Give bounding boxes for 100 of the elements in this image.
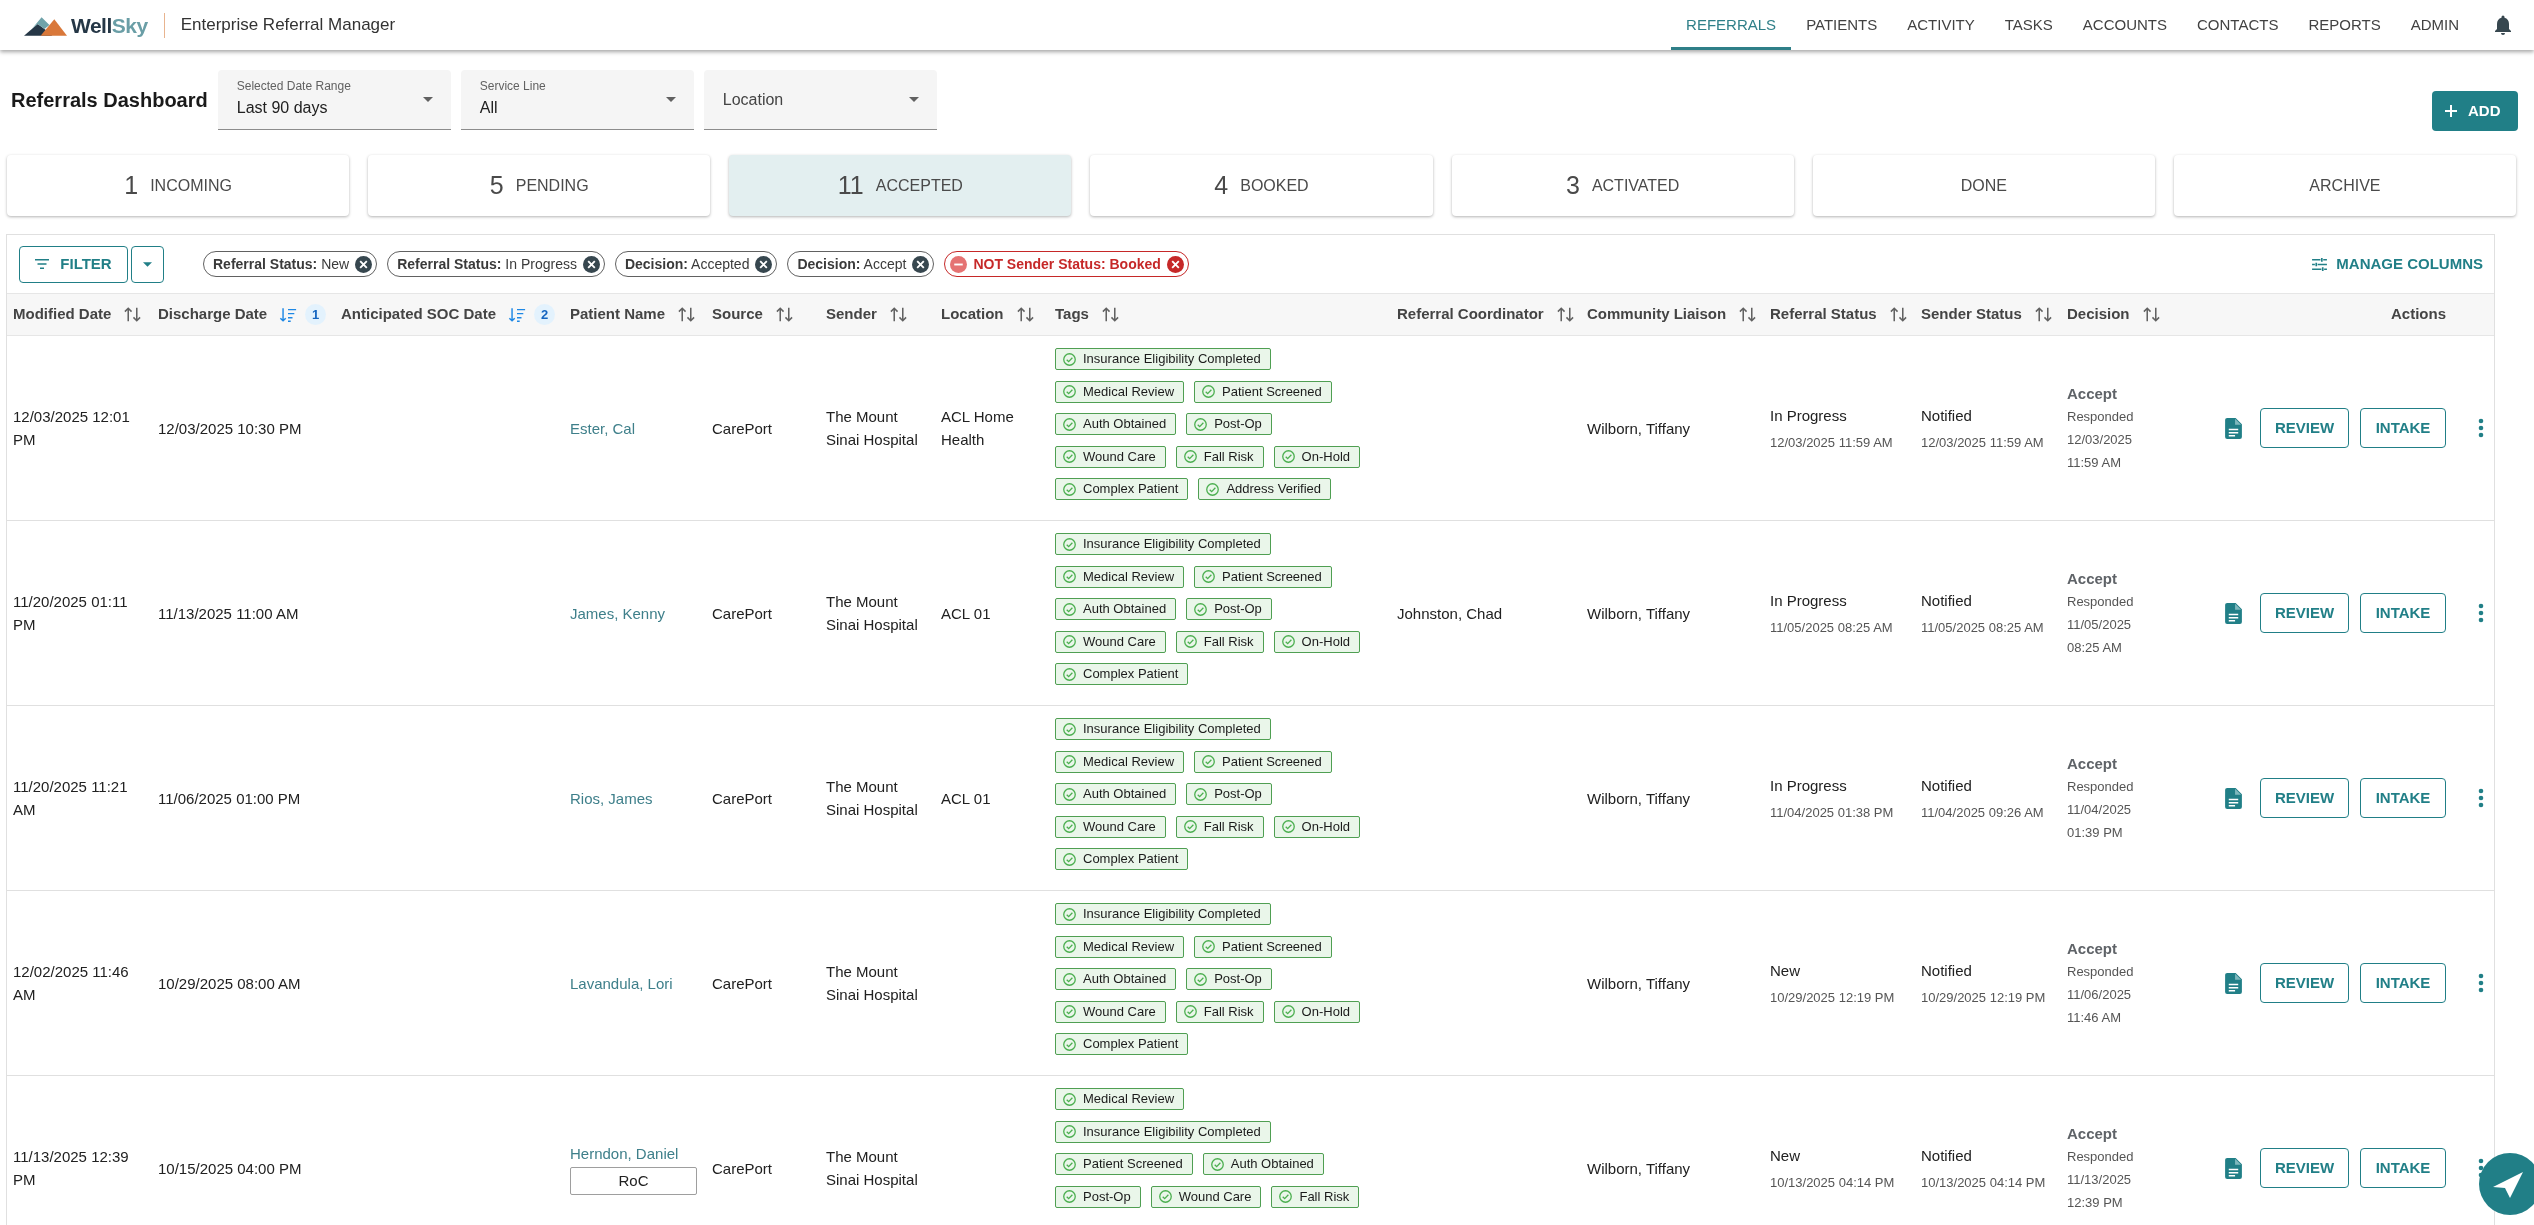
tag-label: Insurance Eligibility Completed <box>1083 906 1261 922</box>
sort-icon[interactable] <box>2033 305 2053 324</box>
caret-icon[interactable] <box>665 97 676 102</box>
action-button[interactable]: INTAKE <box>2360 593 2446 633</box>
column-header[interactable]: Discharge Date 1 <box>158 303 327 326</box>
check-circle-icon <box>1183 635 1197 648</box>
patient-link[interactable]: Lavandula, Lori <box>570 971 673 995</box>
tag-label: Post-Op <box>1083 1188 1131 1205</box>
close-icon[interactable] <box>582 255 600 273</box>
nav-tab[interactable]: REFERRALS <box>1671 0 1792 50</box>
dropdown-field[interactable]: Location <box>703 70 937 130</box>
nav-tab[interactable]: ACTIVITY <box>1892 0 1990 50</box>
sliders-icon[interactable] <box>2312 257 2328 271</box>
filter-icon[interactable] <box>35 259 50 269</box>
sort-icon[interactable] <box>1888 305 1908 324</box>
filter-menu-button[interactable] <box>131 245 164 283</box>
status-tab[interactable]: 3 ACTIVATED <box>1451 155 1794 216</box>
navigation-arrow-icon[interactable] <box>2493 1172 2523 1198</box>
check-circle-icon <box>1281 820 1295 833</box>
column-header[interactable]: Modified Date <box>13 303 143 326</box>
status-time: 10/29/2025 12:19 PM <box>1770 989 1895 1006</box>
bell-icon[interactable] <box>2495 15 2511 35</box>
nav-tab[interactable]: PATIENTS <box>1791 0 1893 50</box>
nav-tab[interactable]: CONTACTS <box>2182 0 2294 50</box>
action-button[interactable]: REVIEW <box>2260 778 2349 818</box>
sort-icon[interactable] <box>888 305 908 324</box>
action-button[interactable]: REVIEW <box>2260 1148 2349 1188</box>
column-header[interactable]: Tags <box>1055 303 1120 326</box>
patient-link[interactable]: Rios, James <box>570 786 653 810</box>
more-icon[interactable] <box>2478 418 2484 438</box>
close-icon[interactable] <box>1166 255 1184 273</box>
decision-detail: Responded 11/13/2025 12:39 PM <box>2067 1148 2135 1212</box>
patient-link[interactable]: Herndon, Daniel <box>570 1141 679 1165</box>
sort-icon[interactable] <box>1015 305 1035 324</box>
sort-icon[interactable] <box>1100 305 1120 324</box>
column-header[interactable]: Referral Coordinator <box>1397 303 1575 326</box>
column-header[interactable]: Referral Status <box>1770 303 1908 326</box>
status-tab[interactable]: 11 ACCEPTED <box>729 155 1072 216</box>
action-button[interactable]: INTAKE <box>2360 1148 2446 1188</box>
nav-tab[interactable]: ADMIN <box>2395 0 2474 50</box>
column-header[interactable]: Sender Status <box>1921 303 2053 326</box>
minus-circle-icon <box>950 255 968 273</box>
dropdown-field[interactable]: Selected Date Range Last 90 days <box>217 70 451 130</box>
close-icon[interactable] <box>755 255 773 273</box>
caret-icon[interactable] <box>908 97 919 102</box>
sort-icon[interactable] <box>123 305 143 324</box>
action-button[interactable]: INTAKE <box>2360 408 2446 448</box>
document-icon[interactable] <box>2225 417 2242 439</box>
column-header[interactable]: Source <box>712 303 794 326</box>
document-icon[interactable] <box>2225 972 2242 994</box>
sort-icon[interactable] <box>677 305 697 324</box>
more-icon[interactable] <box>2478 788 2484 808</box>
caret-icon[interactable] <box>143 261 152 267</box>
caret-icon[interactable] <box>422 97 433 102</box>
sort-descending-icon[interactable] <box>508 305 527 324</box>
manage-columns-button[interactable]: MANAGE COLUMNS <box>2312 252 2483 276</box>
sort-icon[interactable] <box>1555 305 1575 324</box>
column-header[interactable]: Location <box>941 303 1035 326</box>
decision-detail: Responded 12/03/2025 11:59 AM <box>2067 408 2135 472</box>
action-button[interactable]: REVIEW <box>2260 963 2349 1003</box>
decision-text: Accept <box>2067 569 2118 589</box>
action-button[interactable]: REVIEW <box>2260 593 2349 633</box>
document-icon[interactable] <box>2225 602 2242 624</box>
status-tab[interactable]: ARCHIVE <box>2173 155 2516 216</box>
column-header[interactable]: Community Liaison <box>1587 303 1758 326</box>
action-button[interactable]: INTAKE <box>2360 963 2446 1003</box>
column-header[interactable]: Anticipated SOC Date 2 <box>341 303 556 326</box>
status-tab[interactable]: 5 PENDING <box>368 155 711 216</box>
floating-action-button[interactable] <box>2479 1153 2534 1215</box>
status-tab[interactable]: 4 BOOKED <box>1090 155 1433 216</box>
column-header[interactable]: Patient Name <box>570 303 697 326</box>
nav-tab[interactable]: ACCOUNTS <box>2067 0 2182 50</box>
nav-tab[interactable]: TASKS <box>1989 0 2068 50</box>
nav-tab[interactable]: REPORTS <box>2293 0 2396 50</box>
sort-descending-icon[interactable] <box>279 305 298 324</box>
table-cell-text: ACL Home Health <box>941 407 1015 450</box>
check-circle-icon <box>1063 755 1076 768</box>
action-button[interactable]: INTAKE <box>2360 778 2446 818</box>
sort-icon[interactable] <box>774 305 794 324</box>
table-cell-text: Wilborn, Tiffany <box>1587 1158 1691 1179</box>
plus-icon[interactable] <box>2445 105 2457 117</box>
document-icon[interactable] <box>2225 1157 2242 1179</box>
patient-link[interactable]: James, Kenny <box>570 601 666 625</box>
column-header[interactable]: Decision <box>2067 303 2161 326</box>
tag-label: Wound Care <box>1083 1003 1156 1020</box>
close-icon[interactable] <box>355 255 373 273</box>
close-icon[interactable] <box>912 255 930 273</box>
status-tab[interactable]: DONE <box>1812 155 2155 216</box>
action-button[interactable]: REVIEW <box>2260 408 2349 448</box>
more-icon[interactable] <box>2478 973 2484 993</box>
status-tab[interactable]: 1 INCOMING <box>7 155 350 216</box>
column-header[interactable]: Sender <box>826 303 908 326</box>
add-button[interactable]: ADD <box>2432 91 2518 131</box>
more-icon[interactable] <box>2478 603 2484 623</box>
dropdown-field[interactable]: Service Line All <box>460 70 694 130</box>
filter-button[interactable]: FILTER <box>19 245 128 283</box>
patient-link[interactable]: Ester, Cal <box>570 416 636 440</box>
sort-icon[interactable] <box>2141 305 2161 324</box>
document-icon[interactable] <box>2225 787 2242 809</box>
sort-icon[interactable] <box>1738 305 1758 324</box>
